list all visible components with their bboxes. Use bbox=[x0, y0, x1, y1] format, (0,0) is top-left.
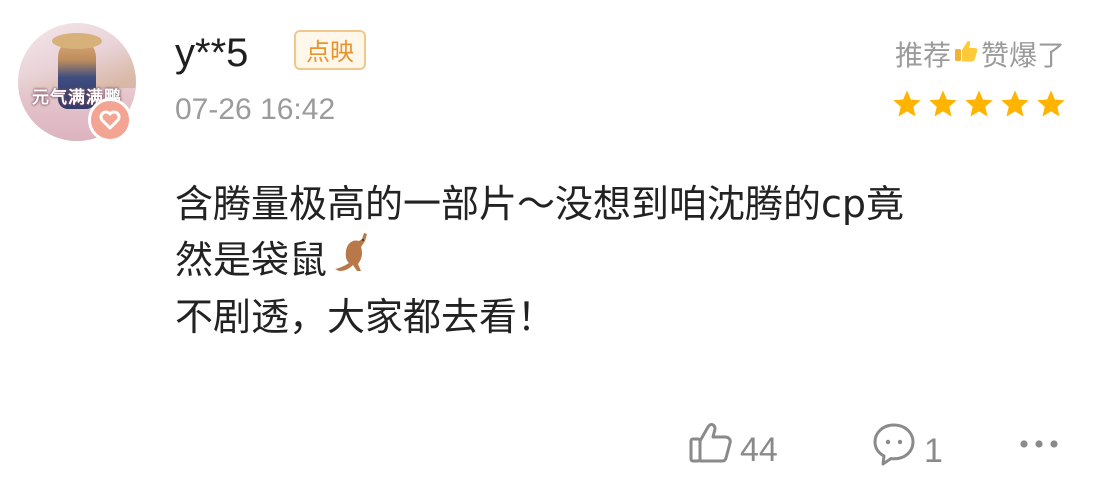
comment-body: 含腾量极高的一部片～没想到咱沈腾的cp竟 然是袋鼠 不剧透，大家都去看！ bbox=[175, 178, 1065, 344]
star-icon bbox=[1037, 90, 1065, 117]
comment-icon bbox=[870, 420, 918, 481]
thumbs-up-emoji-icon bbox=[953, 38, 979, 74]
like-button[interactable]: 44 bbox=[688, 420, 778, 479]
like-count: 44 bbox=[740, 430, 778, 469]
star-icon bbox=[965, 90, 993, 117]
more-dots-icon bbox=[1016, 420, 1062, 479]
timestamp: 07-26 16:42 bbox=[175, 93, 336, 126]
reply-count: 1 bbox=[924, 431, 943, 470]
star-icon bbox=[929, 90, 957, 117]
rating-label-prefix: 推荐 bbox=[894, 39, 951, 72]
star-icon bbox=[893, 90, 921, 117]
thumbs-up-icon bbox=[688, 420, 734, 479]
rating-label: 推荐 赞爆了 bbox=[895, 38, 1065, 74]
reply-button[interactable]: 1 bbox=[870, 420, 943, 481]
comment-line: 含腾量极高的一部片～没想到咱沈腾的cp竟 bbox=[175, 182, 905, 226]
screening-tag: 点映 bbox=[294, 30, 366, 70]
comment-line-3: 不剧透，大家都去看！ bbox=[175, 295, 556, 339]
heart-icon bbox=[88, 98, 132, 142]
comment-line-text: 然是袋鼠 bbox=[175, 238, 328, 282]
action-bar: 44 1 bbox=[0, 420, 1093, 470]
username[interactable]: y**5 bbox=[175, 28, 248, 78]
avatar-hat bbox=[52, 33, 102, 49]
more-button[interactable] bbox=[1016, 420, 1062, 479]
star-icon bbox=[1001, 90, 1029, 117]
kangaroo-emoji-icon bbox=[331, 231, 379, 291]
rating-label-suffix: 赞爆了 bbox=[980, 39, 1065, 72]
rating-stars bbox=[891, 88, 1067, 120]
comment-line-2: 然是袋鼠 bbox=[175, 231, 1065, 291]
